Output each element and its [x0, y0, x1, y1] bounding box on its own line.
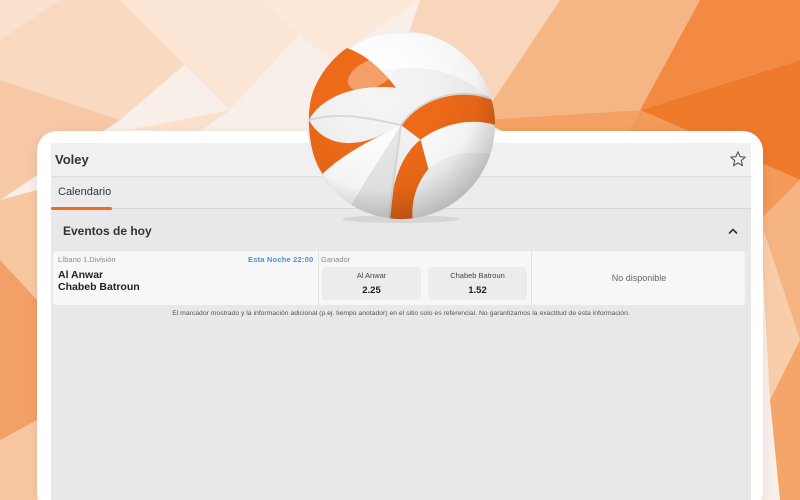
volleyball-icon: [306, 30, 496, 223]
chevron-up-icon[interactable]: [727, 225, 739, 237]
odd-value: 2.25: [362, 285, 381, 296]
odd-value: 1.52: [468, 285, 487, 296]
odd-button-home[interactable]: Al Anwar 2.25: [322, 267, 421, 300]
home-team: Al Anwar: [58, 269, 104, 281]
divider: [531, 251, 532, 305]
event-row[interactable]: Líbano 1.División Esta Noche 22:00 Al An…: [53, 251, 745, 305]
disclaimer-text: El marcador mostrado y la información ad…: [172, 310, 630, 317]
divider: [318, 251, 319, 305]
odd-button-away[interactable]: Chabeb Batroun 1.52: [428, 267, 527, 300]
star-icon[interactable]: [729, 150, 747, 168]
tab-calendario[interactable]: Calendario: [51, 178, 112, 210]
page-title: Voley: [55, 152, 89, 167]
unavailable-market: No disponible: [611, 273, 667, 283]
odd-label: Chabeb Batroun: [450, 271, 505, 280]
away-team: Chabeb Batroun: [58, 281, 140, 293]
odd-label: Al Anwar: [356, 271, 387, 280]
market-label: Ganador: [321, 255, 351, 264]
section-title: Eventos de hoy: [63, 224, 152, 238]
event-time: Esta Noche 22:00: [248, 255, 314, 264]
league-label: Líbano 1.División: [58, 255, 116, 264]
